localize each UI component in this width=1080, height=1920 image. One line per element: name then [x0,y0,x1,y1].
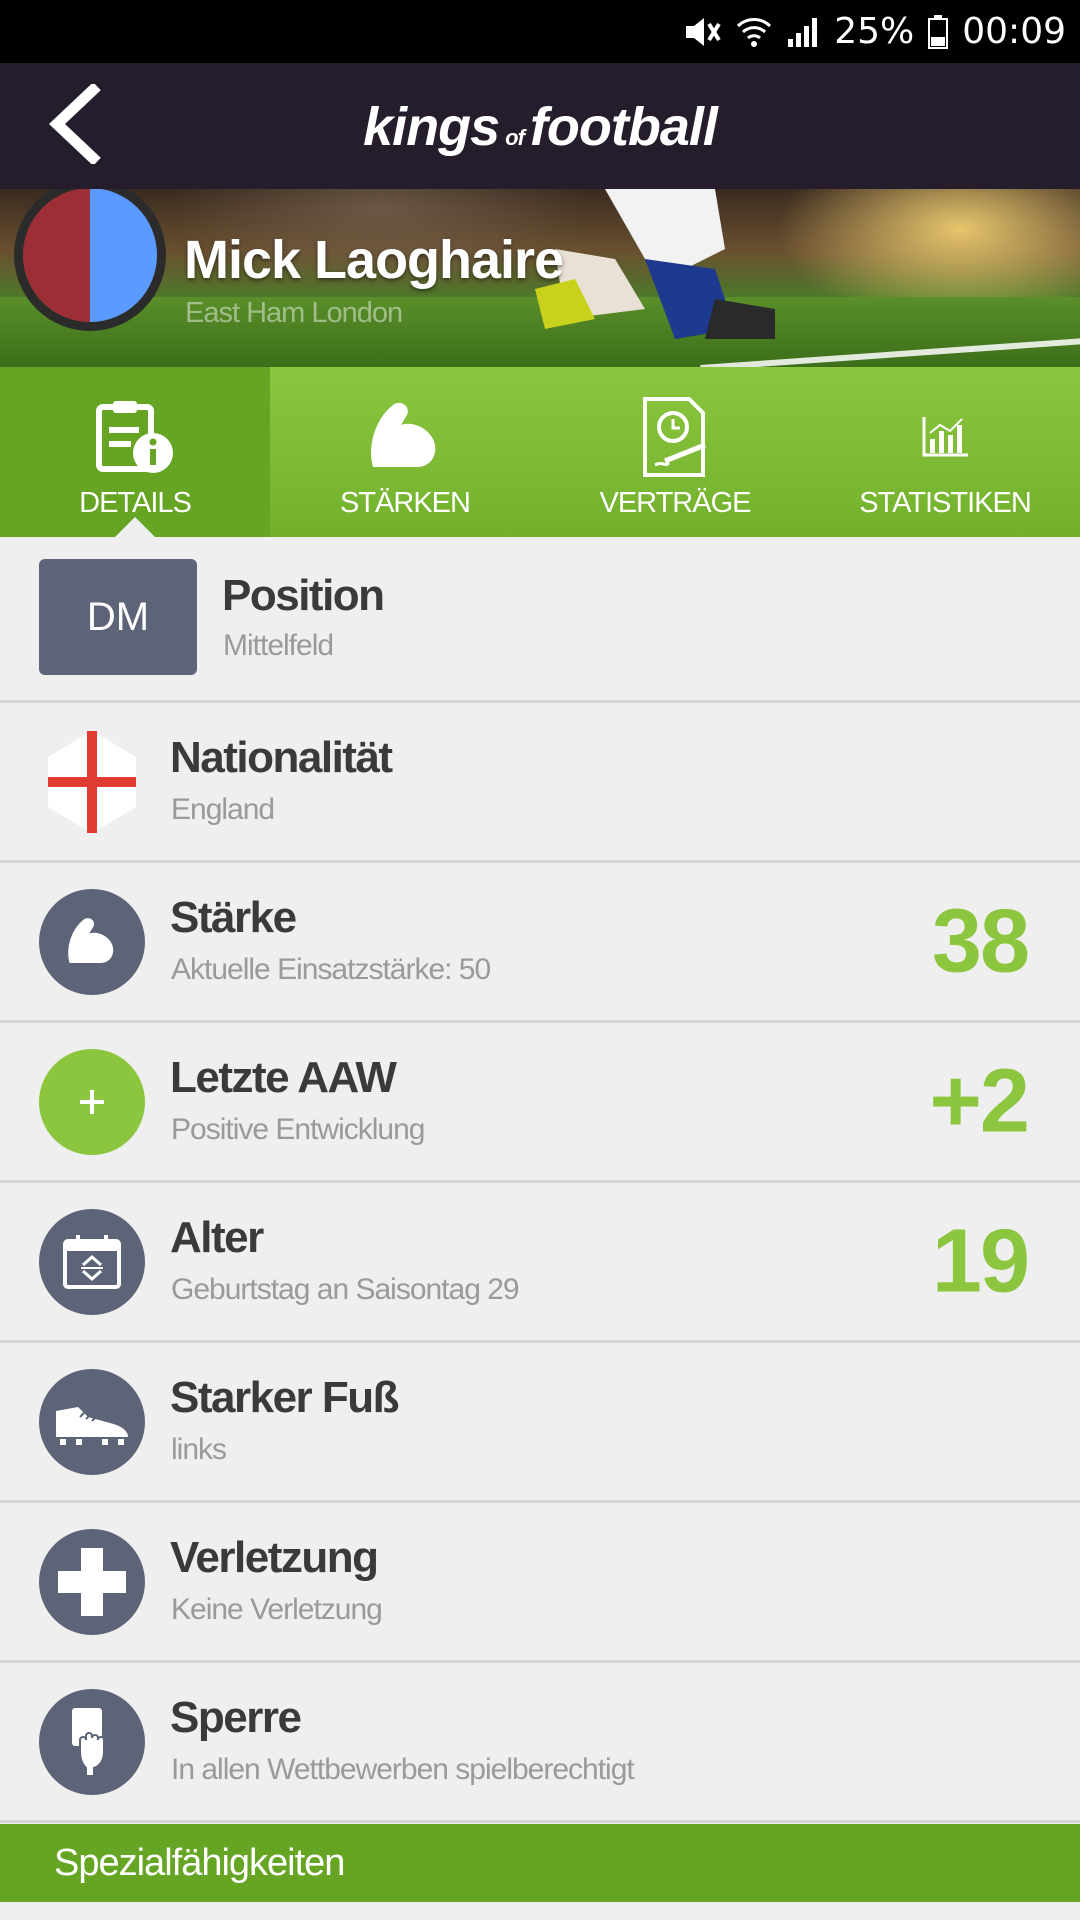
details-document-info-icon [93,395,177,479]
detail-title: Letzte AAW [170,1053,397,1102]
tab-details[interactable]: DETAILS [0,367,270,537]
detail-row-alter[interactable]: Alter Geburtstag an Saisontag 29 19 [0,1183,1080,1343]
flexed-arm-icon [365,395,445,479]
section-header-special-abilities[interactable]: Spezialfähigkeiten [0,1824,1080,1902]
bar-chart-icon [920,395,970,479]
tab-staerken[interactable]: STÄRKEN [270,367,540,537]
flexed-arm-icon [39,888,145,995]
battery-icon [928,14,949,49]
logo-word-kings: kings [363,97,500,157]
crest-right-half [90,189,157,322]
tab-label: STÄRKEN [340,487,471,519]
status-bar-right: 25% 00:09 [682,0,1066,63]
details-list: DM Position Mittelfeld Nationalität Engl… [0,537,1080,1823]
detail-subtitle: Mittelfeld [223,629,334,662]
detail-row-verletzung[interactable]: Verletzung Keine Verletzung [0,1503,1080,1663]
signal-icon [786,15,820,49]
detail-row-nationality[interactable]: Nationalität England [0,703,1080,863]
tab-label: DETAILS [79,487,192,519]
clock-time: 00:09 [962,11,1066,52]
detail-title: Stärke [170,893,297,942]
contract-clock-icon [635,395,715,479]
card-hand-icon [39,1688,145,1795]
detail-subtitle: In allen Wettbewerben spielberechtigt [171,1753,635,1786]
detail-row-sperre[interactable]: Sperre In allen Wettbewerben spielberech… [0,1663,1080,1823]
logo-word-football: football [529,97,718,157]
player-hero-banner: Mick Laoghaire East Ham London [0,189,1080,367]
detail-value: 38 [931,891,1030,991]
hero-player-image [535,189,775,339]
detail-row-staerke[interactable]: Stärke Aktuelle Einsatzstärke: 50 38 [0,863,1080,1023]
mute-icon [682,14,722,50]
tab-label: STATISTIKEN [859,487,1032,519]
detail-subtitle: England [171,793,275,826]
detail-row-position[interactable]: DM Position Mittelfeld [0,537,1080,703]
detail-subtitle: Aktuelle Einsatzstärke: 50 [171,953,491,986]
detail-title: Verletzung [170,1533,379,1582]
detail-subtitle: Geburtstag an Saisontag 29 [171,1273,520,1306]
tab-vertraege[interactable]: VERTRÄGE [540,367,810,537]
detail-row-starker-fuss[interactable]: Starker Fuß links [0,1343,1080,1503]
player-tabs: DETAILS STÄRKEN VERTRÄGE STATISTIKEN [0,367,1080,537]
detail-title: Position [222,571,385,620]
detail-row-letzte-aaw[interactable]: Letzte AAW Positive Entwicklung +2 [0,1023,1080,1183]
detail-value: +2 [929,1051,1030,1151]
detail-subtitle: links [171,1433,227,1466]
detail-title: Nationalität [170,733,393,782]
detail-subtitle: Keine Verletzung [171,1593,383,1626]
crest-left-half [23,189,90,322]
player-club: East Ham London [185,297,403,329]
player-name: Mick Laoghaire [184,230,564,290]
medical-cross-icon [39,1528,145,1635]
tab-statistiken[interactable]: STATISTIKEN [810,367,1080,537]
app-header: kings of football [0,63,1080,189]
football-boot-icon [39,1368,145,1475]
logo-word-of: of [505,125,525,150]
tab-label: VERTRÄGE [599,487,751,519]
plus-icon [39,1048,145,1155]
detail-title: Alter [170,1213,264,1262]
england-flag-icon [39,729,145,835]
battery-percent: 25% [834,11,915,52]
detail-value: 19 [931,1211,1030,1311]
detail-title: Starker Fuß [170,1373,400,1422]
app-logo: kings of football [0,96,1080,158]
wifi-icon [736,14,772,50]
position-badge: DM [39,559,197,675]
detail-subtitle: Positive Entwicklung [171,1113,425,1146]
status-bar: 25% 00:09 [0,0,1080,63]
calendar-icon [39,1208,145,1315]
detail-title: Sperre [170,1693,302,1742]
